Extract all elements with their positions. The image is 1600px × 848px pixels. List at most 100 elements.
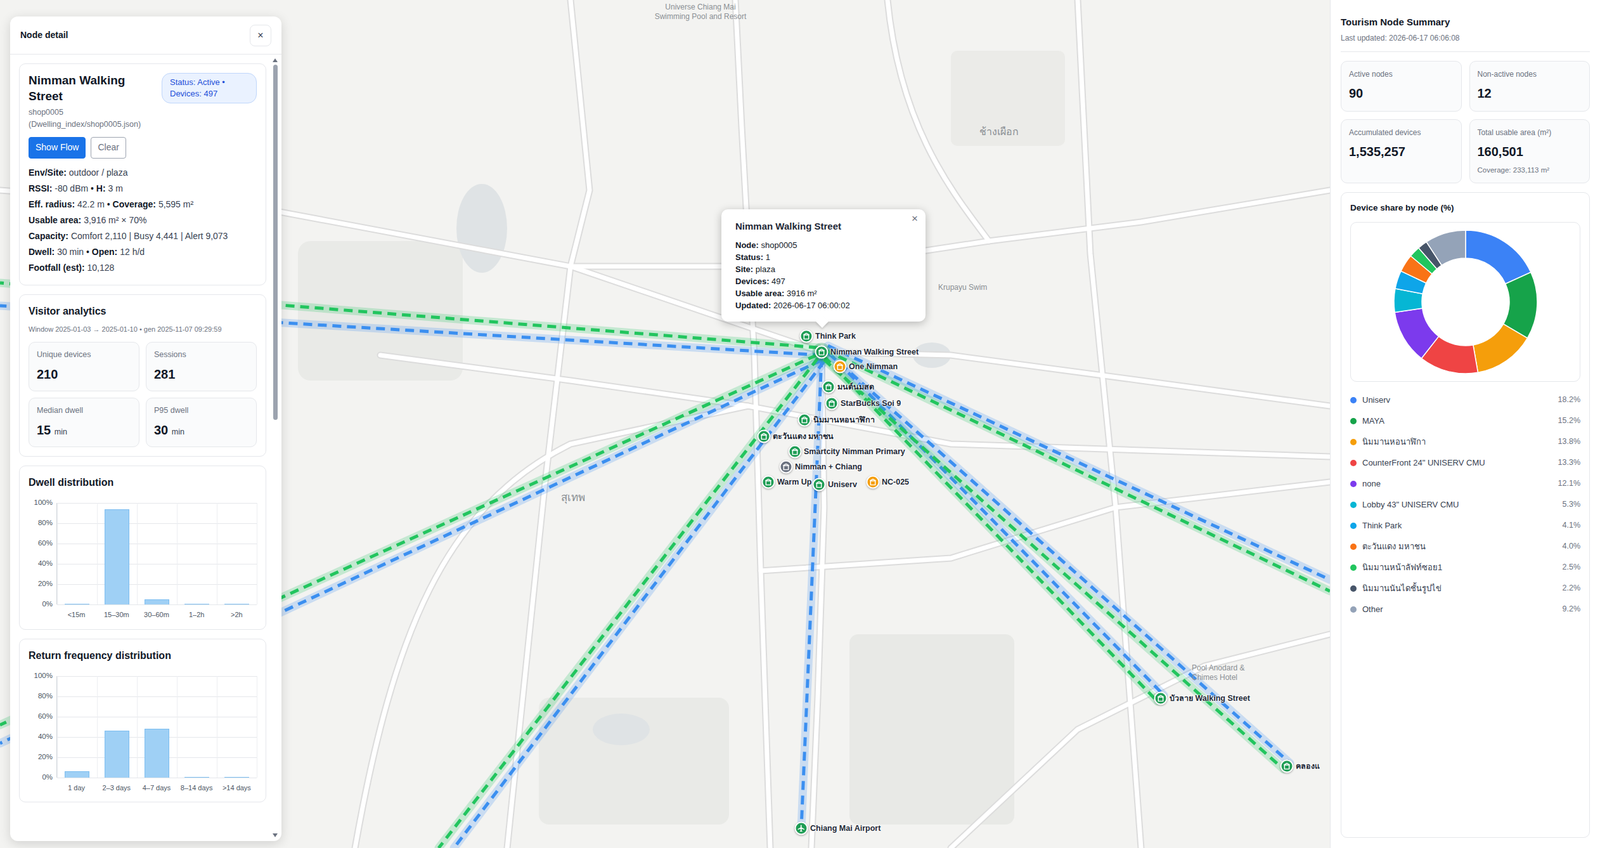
bar[interactable] (184, 603, 210, 605)
x-label: >14 days (216, 782, 257, 794)
pin-marker[interactable] (812, 477, 826, 492)
bar[interactable] (184, 776, 210, 778)
popup-row-value: plaza (755, 264, 776, 274)
action-button[interactable]: Clear (90, 136, 126, 159)
flow-line (825, 349, 1330, 591)
legend-row: นิมมานหอนาฬิกา13.8% (1350, 431, 1581, 452)
pin-marker[interactable] (1154, 691, 1168, 705)
bar[interactable] (64, 770, 90, 778)
bar[interactable] (224, 603, 250, 605)
pin-marker[interactable] (822, 380, 836, 394)
donut-slice[interactable] (1465, 230, 1531, 284)
button-label[interactable]: Clear (97, 141, 119, 153)
pin-label[interactable]: NC-025 (881, 476, 910, 489)
scroll-thumb[interactable] (273, 64, 278, 420)
separator: • (107, 199, 111, 210)
action-button[interactable]: Show Flow (28, 136, 86, 159)
node-id: shop0005 (28, 106, 149, 119)
pin-marker[interactable] (794, 821, 809, 835)
bar[interactable] (64, 603, 90, 605)
scroll-down-icon[interactable] (272, 832, 278, 837)
scroll-track[interactable] (271, 62, 279, 833)
bar[interactable] (104, 730, 130, 778)
popup-row: Status: 1 (735, 251, 912, 264)
window-text: Window 2025-01-03 → 2025-01-10 • gen 202… (28, 323, 257, 335)
pin-label[interactable]: Chiang Mai Airport (810, 822, 881, 835)
map-label: Universe Chiang Mai Swimming Pool and Re… (652, 2, 749, 22)
shop-icon (791, 448, 799, 456)
scroll-up-icon[interactable] (272, 58, 278, 63)
bar[interactable] (144, 599, 170, 605)
popup-close-button[interactable]: × (909, 211, 921, 226)
grid-line (57, 777, 257, 778)
info-label: Usable area: (28, 214, 82, 226)
last-updated: Last updated: 2026-06-17 06:06:08 (1340, 32, 1590, 52)
button-label[interactable]: Show Flow (35, 141, 79, 153)
pin-label[interactable]: One Nimman (848, 360, 898, 373)
info-row: Env/Site: outdoor / plaza (28, 164, 257, 181)
pin-label[interactable]: บัวลาย Walking Street (1169, 692, 1251, 705)
grid-line (57, 522, 257, 524)
donut-slice[interactable] (1472, 323, 1528, 373)
y-tick: 20% (38, 578, 53, 590)
map[interactable]: Universe Chiang Mai Swimming Pool and Re… (0, 0, 1330, 848)
pin-label[interactable]: นิมมานหอนาฬิกา (813, 413, 875, 426)
bar[interactable] (224, 776, 250, 778)
pin-marker[interactable] (866, 475, 880, 489)
pin-marker[interactable] (825, 396, 839, 411)
pin-marker[interactable] (1280, 759, 1294, 773)
pin-label[interactable]: Nimman Walking Street (830, 346, 919, 359)
y-tick: 0% (41, 599, 53, 610)
pin-label[interactable]: Warm Up (777, 476, 812, 489)
chart-title: Dwell distribution (28, 474, 257, 491)
legend-value: 9.2% (1562, 602, 1581, 615)
shop-icon (818, 348, 826, 356)
pin-marker[interactable] (815, 345, 829, 359)
shop-icon (765, 478, 773, 486)
grid-line (216, 675, 218, 778)
bar-slot (57, 675, 97, 778)
donut-slice[interactable] (1426, 230, 1466, 265)
info-label: Eff. radius: (28, 199, 75, 210)
pin-label[interactable]: Nimman + Chiang (794, 460, 863, 473)
pin-marker[interactable] (788, 445, 802, 459)
bar[interactable] (144, 728, 170, 778)
pin-label[interactable]: StarBucks Soi 9 (840, 397, 901, 410)
pin-marker[interactable] (798, 413, 812, 427)
bar[interactable] (104, 509, 130, 605)
shop-icon (803, 332, 811, 340)
pin-label[interactable]: Think Park (815, 330, 856, 343)
pin-marker[interactable] (833, 360, 847, 374)
stat-value: 210 (36, 364, 132, 384)
pin-marker[interactable] (757, 429, 771, 444)
x-label: 1 day (56, 782, 97, 794)
x-label: 1–2h (176, 609, 217, 620)
x-label: 8–14 days (176, 782, 217, 794)
pin-label[interactable]: Smartcity Nimman Primary (803, 445, 906, 458)
legend-row: Uniserv18.2% (1350, 389, 1581, 411)
pin-label[interactable]: มนต์นมสด (837, 380, 875, 394)
legend: Uniserv18.2%MAYA15.2%นิมมานหอนาฬิกา13.8%… (1350, 389, 1581, 620)
y-tick: 60% (38, 710, 53, 722)
close-button[interactable]: × (249, 24, 272, 47)
pin-label[interactable]: Uniserv (827, 478, 858, 491)
pin-marker[interactable] (761, 475, 776, 489)
panel-header: Node detail× (10, 16, 282, 55)
donut-slice[interactable] (1394, 308, 1439, 359)
scrollbar[interactable] (271, 54, 279, 841)
node-card-head: Nimman Walking Streetshop0005(Dwelling_i… (28, 72, 257, 131)
pin-label[interactable]: ตะวันแดง มหาชน (772, 430, 834, 443)
pin-marker[interactable] (800, 329, 814, 343)
shop-icon (801, 416, 809, 424)
info-row: Usable area: 3,916 m² × 70% (28, 212, 257, 229)
flow-line (827, 351, 1164, 695)
pin-marker[interactable] (779, 460, 794, 474)
popup-row-label: Node: (735, 240, 759, 250)
stat-card: Median dwell15 min (28, 397, 140, 447)
donut-chart[interactable] (1386, 222, 1545, 381)
legend-label: นิมมานหอนาฬิกา (1362, 435, 1553, 449)
shop-icon (869, 478, 877, 486)
plot-area (56, 675, 257, 778)
pin-label[interactable]: คลองแ (1295, 760, 1320, 773)
map-label: Pool Anodard & Chimes Hotel (1191, 663, 1268, 683)
